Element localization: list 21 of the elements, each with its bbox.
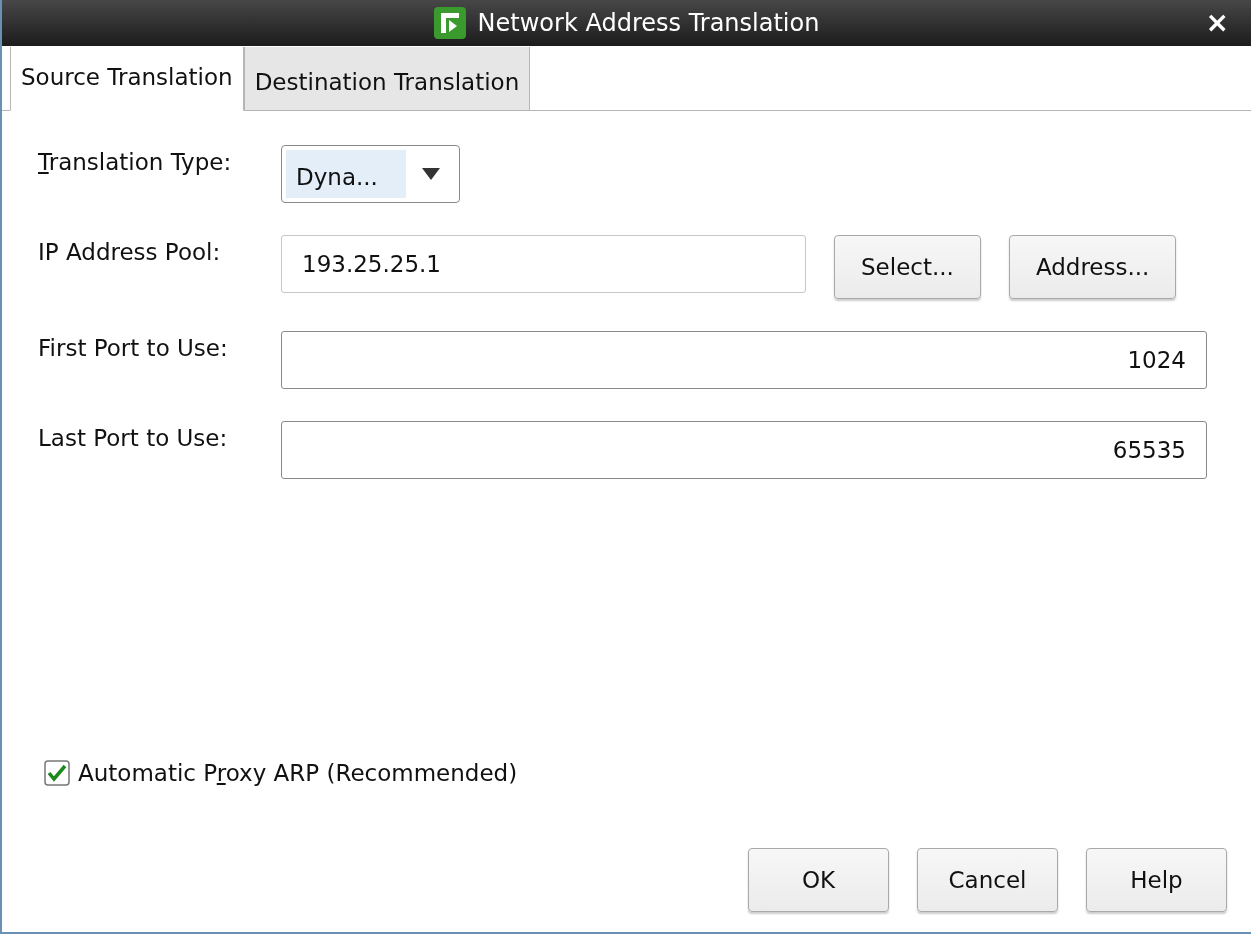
caret-icon [420,167,441,181]
dialog-button[interactable]: OK [748,848,889,912]
translation-type-dropdown[interactable]: Dyna... [281,145,460,203]
checkbox[interactable] [44,760,70,786]
field-label: First Port to Use: [38,334,229,361]
dialog-button[interactable]: Select... [834,235,981,299]
dialog-button[interactable]: Cancel [917,848,1058,912]
input-field[interactable]: 1024 [281,331,1207,389]
tab[interactable]: Destination Translation [243,47,531,111]
input-field[interactable]: 65535 [281,421,1207,479]
close-button[interactable]: × [1201,6,1233,39]
field-label: IP Address Pool: [38,238,222,265]
field-label: Translation Type: [38,148,233,175]
window-title: Network Address Translation [477,9,820,37]
field-label: Last Port to Use: [38,424,229,451]
dialog-button[interactable]: Help [1086,848,1227,912]
tab[interactable]: Source Translation [10,47,244,111]
app-logo-icon [433,7,466,39]
dialog-button[interactable]: Address... [1008,235,1177,299]
input-field[interactable]: 193.25.25.1 [281,235,806,293]
checkbox-label: Automatic Proxy ARP (Recommended) [78,760,518,786]
